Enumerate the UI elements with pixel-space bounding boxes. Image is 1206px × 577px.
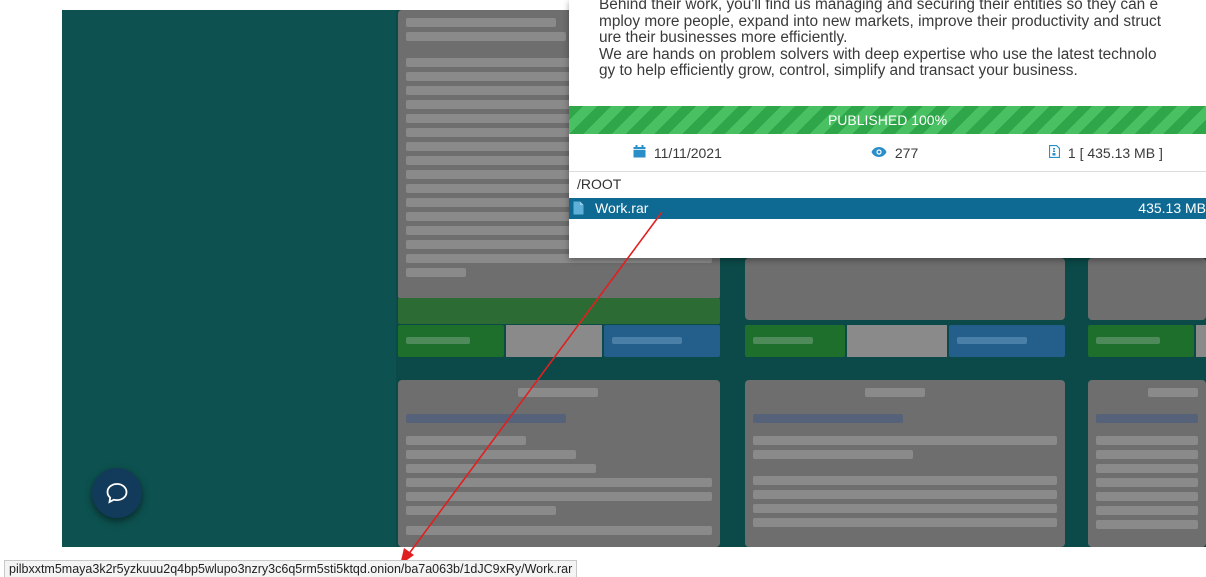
annotation-arrow [400, 211, 663, 565]
link-status-bar: pilbxxtm5maya3k2r5yzkuuu2q4bp5wlupo3nzry… [4, 560, 578, 577]
